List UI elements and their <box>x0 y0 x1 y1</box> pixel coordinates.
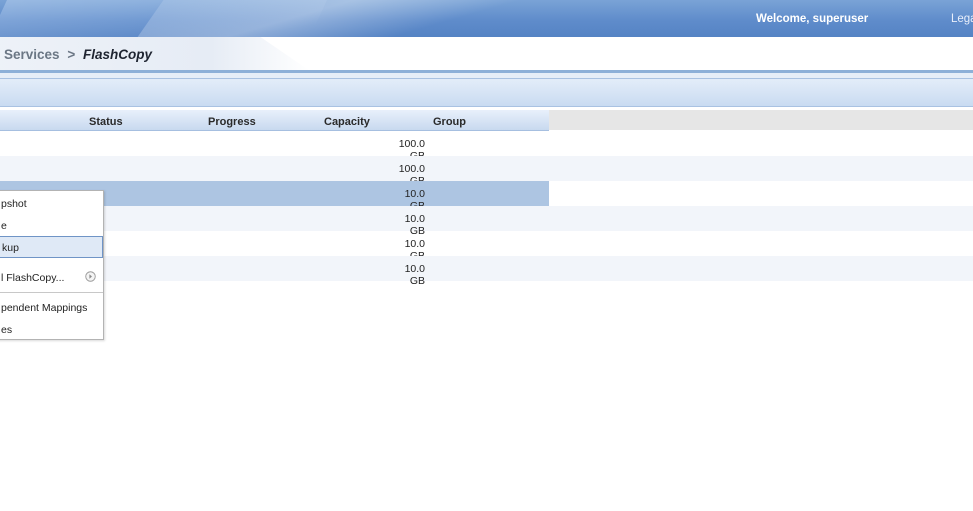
column-header-progress[interactable]: Progress <box>208 116 256 128</box>
circle-arrow-right-icon <box>85 271 96 282</box>
breadcrumb-current: FlashCopy <box>82 47 152 62</box>
breadcrumb-separator: > <box>67 47 76 62</box>
banner-decoration <box>128 0 612 37</box>
menu-item-dependent-mappings[interactable]: pendent Mappings <box>0 297 103 317</box>
menu-item-label: es <box>1 324 13 336</box>
table-row[interactable]: 10.0 GB <box>0 231 973 262</box>
menu-item-label: pshot <box>1 198 27 210</box>
table-row-selected[interactable]: 10.0 GB <box>0 181 973 212</box>
context-menu: pshot e kup l FlashCopy... pendent Mappi… <box>0 190 104 340</box>
menu-separator <box>0 292 103 293</box>
menu-item-snapshot[interactable]: pshot <box>0 193 103 213</box>
menu-item-label: l FlashCopy... <box>1 272 65 284</box>
table-header: Status Progress Capacity Group <box>0 110 549 131</box>
table-header-filler <box>549 110 973 130</box>
menu-item-advanced-flashcopy[interactable]: l FlashCopy... <box>0 267 103 287</box>
welcome-text: Welcome, superuser <box>756 13 869 25</box>
menu-item-clone[interactable]: e <box>0 215 103 235</box>
column-header-group[interactable]: Group <box>433 116 466 128</box>
menu-item-backup[interactable]: kup <box>0 236 103 258</box>
menu-item-properties[interactable]: es <box>0 319 103 339</box>
menu-item-label: e <box>1 220 7 232</box>
capacity-cell: 10.0 GB <box>404 263 425 287</box>
top-banner: Welcome, superuser Legal <box>0 0 973 37</box>
column-header-capacity[interactable]: Capacity <box>324 116 370 128</box>
toolbar <box>0 78 973 107</box>
menu-item-label: pendent Mappings <box>1 302 88 314</box>
legal-link[interactable]: Legal <box>951 13 973 25</box>
table-row[interactable]: 100.0 GB <box>0 131 973 162</box>
menu-item-label: kup <box>2 242 19 254</box>
breadcrumb-parent[interactable]: Services <box>4 47 60 62</box>
table-row[interactable]: 10.0 GB <box>0 206 973 237</box>
column-header-status[interactable]: Status <box>89 116 123 128</box>
breadcrumb: Services > FlashCopy <box>4 47 152 62</box>
table-row[interactable]: 10.0 GB <box>0 256 973 287</box>
table-row[interactable]: 100.0 GB <box>0 156 973 187</box>
